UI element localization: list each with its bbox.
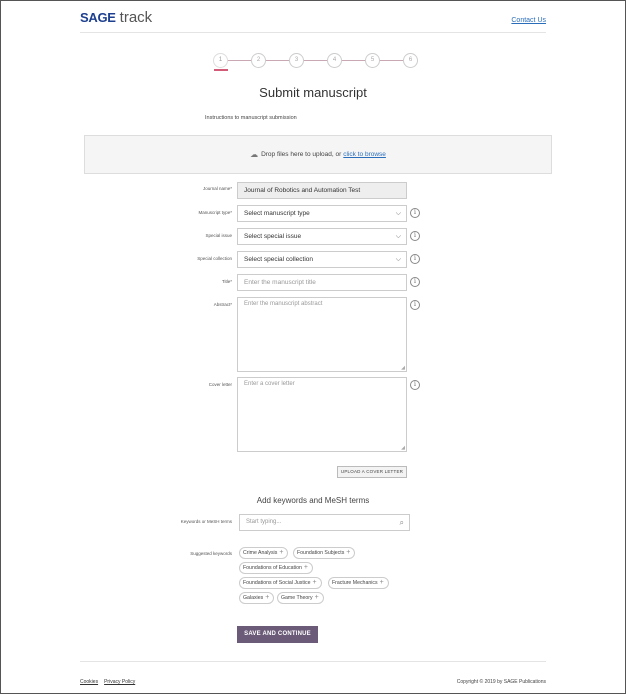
keyword-chip[interactable]: Galaxies +	[239, 592, 275, 604]
manuscript-type-select[interactable]: Select manuscript type ⌵	[237, 205, 407, 222]
logo-product: track	[119, 9, 153, 26]
chevron-down-icon: ⌵	[395, 210, 401, 217]
current-step-indicator	[214, 69, 228, 71]
step-3[interactable]: 3	[289, 53, 304, 68]
footer-divider	[80, 661, 546, 662]
step-1[interactable]: 1	[213, 53, 228, 68]
header-divider	[80, 32, 546, 33]
journal-name-field: Journal of Robotics and Automation Test	[237, 182, 407, 199]
upload-cover-letter-button[interactable]: UPLOAD A COVER LETTER	[337, 466, 407, 478]
footer-links: Cookies Privacy Policy	[80, 679, 141, 685]
keyword-chip[interactable]: Fracture Mechanics +	[328, 577, 389, 589]
chevron-down-icon: ⌵	[395, 233, 401, 240]
info-icon[interactable]: i	[410, 231, 420, 241]
cloud-upload-icon: ☁	[250, 150, 259, 159]
keyword-chip[interactable]: Game Theory +	[277, 592, 324, 604]
cover-letter-textarea[interactable]: Enter a cover letter ◢	[237, 377, 407, 452]
add-icon: +	[346, 549, 351, 556]
resize-handle-icon[interactable]: ◢	[401, 445, 405, 451]
special-issue-label: Special issue	[205, 233, 232, 238]
info-icon[interactable]: i	[410, 277, 420, 287]
keyword-chip-label: Galaxies	[243, 595, 264, 601]
chevron-down-icon: ⌵	[395, 256, 401, 263]
keyword-chip-label: Crime Analysis	[243, 550, 278, 556]
abstract-placeholder: Enter the manuscript abstract	[244, 301, 323, 307]
abstract-textarea[interactable]: Enter the manuscript abstract ◢	[237, 297, 407, 372]
abstract-label: Abstract*	[213, 302, 232, 307]
keyword-chip[interactable]: Crime Analysis +	[239, 547, 289, 559]
keywords-section-title: Add keywords and MeSH terms	[256, 496, 370, 505]
cover-letter-label: Cover letter	[208, 382, 232, 387]
special-collection-value: Select special collection	[244, 256, 314, 263]
cookies-link[interactable]: Cookies	[80, 679, 98, 685]
title-input[interactable]: Enter the manuscript title	[237, 274, 407, 291]
info-icon[interactable]: i	[410, 380, 420, 390]
keyword-chip[interactable]: Foundations of Social Justice +	[239, 577, 322, 589]
title-placeholder: Enter the manuscript title	[244, 279, 316, 286]
add-icon: +	[312, 579, 317, 586]
keywords-placeholder: Start typing...	[246, 519, 282, 525]
page-title: Submit manuscript	[259, 85, 367, 100]
add-icon: +	[265, 594, 270, 601]
privacy-policy-link[interactable]: Privacy Policy	[104, 679, 135, 685]
keyword-chip[interactable]: Foundations of Education +	[239, 562, 313, 574]
keywords-search-input[interactable]: Start typing... ⌕	[239, 514, 410, 531]
click-to-browse-link[interactable]: click to browse	[343, 151, 386, 158]
sage-track-logo[interactable]: SAGE track	[80, 9, 152, 26]
keyword-chip-label: Fracture Mechanics	[332, 580, 378, 586]
special-collection-select[interactable]: Select special collection ⌵	[237, 251, 407, 268]
step-6[interactable]: 6	[403, 53, 418, 68]
step-4[interactable]: 4	[327, 53, 342, 68]
keywords-label: Keywords or MeSH terms	[180, 519, 232, 524]
manuscript-type-value: Select manuscript type	[244, 210, 310, 217]
manuscript-type-label: Manuscript type*	[198, 210, 232, 215]
instructions-text: Instructions to manuscript submission	[205, 115, 297, 121]
keyword-chip-label: Foundations of Social Justice	[243, 580, 311, 586]
step-connector	[228, 60, 251, 61]
step-connector	[266, 60, 289, 61]
keyword-chip-label: Foundations of Education	[243, 565, 302, 571]
contact-us-link[interactable]: Contact Us	[511, 17, 546, 24]
special-collection-label: Special collection	[197, 256, 232, 261]
suggested-keywords-label: Suggested keywords	[190, 551, 232, 556]
step-connector	[380, 60, 403, 61]
step-connector	[304, 60, 327, 61]
info-icon[interactable]: i	[410, 300, 420, 310]
info-icon[interactable]: i	[410, 208, 420, 218]
add-icon: +	[303, 564, 308, 571]
keyword-chip-label: Foundation Subjects	[297, 550, 345, 556]
save-and-continue-button[interactable]: SAVE AND CONTINUE	[237, 626, 318, 643]
resize-handle-icon[interactable]: ◢	[401, 365, 405, 371]
step-5[interactable]: 5	[365, 53, 380, 68]
special-issue-select[interactable]: Select special issue ⌵	[237, 228, 407, 245]
search-icon[interactable]: ⌕	[400, 515, 404, 530]
keyword-chip-label: Game Theory	[281, 595, 313, 601]
add-icon: +	[379, 579, 384, 586]
add-icon: +	[279, 549, 284, 556]
keyword-chip[interactable]: Foundation Subjects +	[293, 547, 356, 559]
special-issue-value: Select special issue	[244, 233, 302, 240]
dropzone-text: Drop files here to upload, or	[261, 151, 342, 158]
copyright-text: Copyright © 2019 by SAGE Publications	[456, 679, 546, 685]
progress-stepper: 1 2 3 4 5 6	[213, 53, 419, 73]
step-2[interactable]: 2	[251, 53, 266, 68]
title-label: Title*	[221, 279, 232, 284]
add-icon: +	[314, 594, 319, 601]
info-icon[interactable]: i	[410, 254, 420, 264]
logo-brand: SAGE	[80, 10, 116, 25]
cover-letter-placeholder: Enter a cover letter	[244, 381, 295, 387]
step-connector	[342, 60, 365, 61]
file-dropzone[interactable]: ☁ Drop files here to upload, or click to…	[84, 135, 552, 174]
journal-name-label: Journal name*	[202, 186, 232, 191]
